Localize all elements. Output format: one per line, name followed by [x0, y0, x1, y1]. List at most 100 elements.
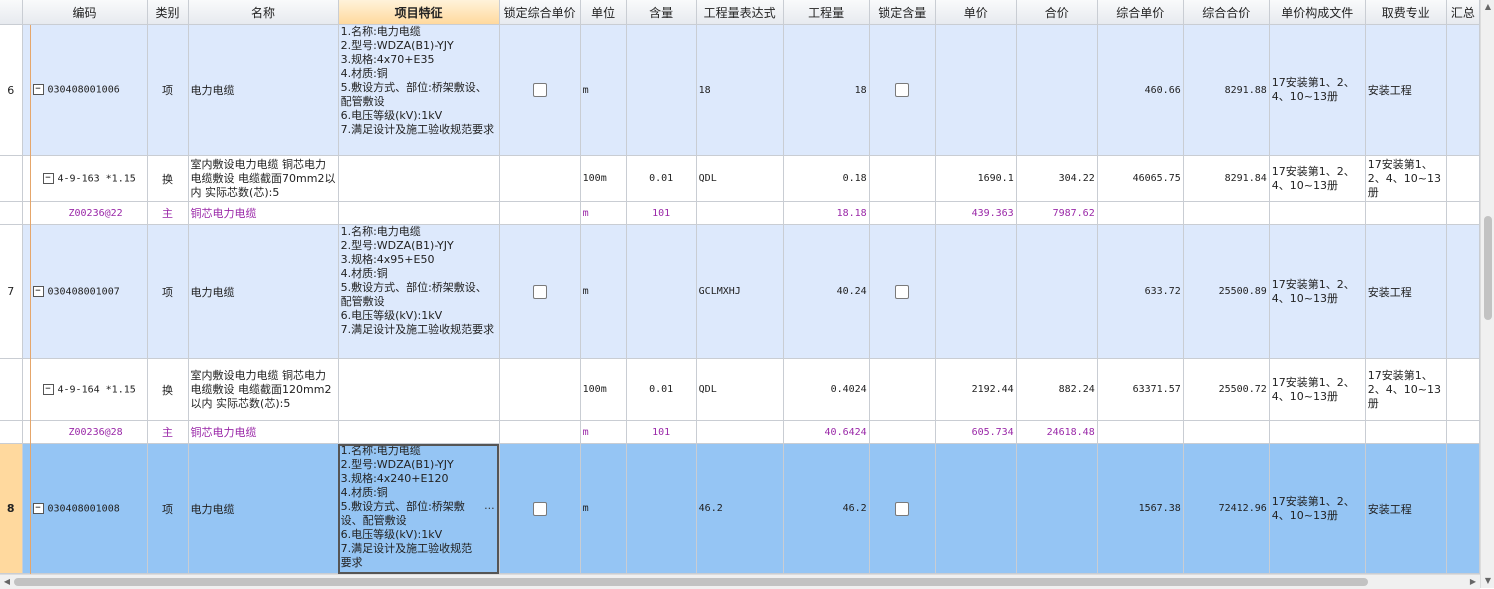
horizontal-scroll-thumb[interactable]	[14, 578, 1368, 586]
rownum-header[interactable]	[0, 0, 23, 25]
lock-price-cell[interactable]	[499, 443, 581, 574]
comp-price-header[interactable]: 综合单价	[1097, 0, 1184, 25]
amount-cell[interactable]	[1016, 443, 1098, 574]
qty-cell[interactable]: 40.6424	[783, 420, 870, 444]
fee-major-cell[interactable]: 安装工程	[1365, 24, 1447, 156]
type-cell[interactable]: 换	[147, 358, 189, 421]
fee-major-header[interactable]: 取费专业	[1365, 0, 1447, 25]
comp-price-cell[interactable]: 63371.57	[1097, 358, 1184, 421]
price-file-cell[interactable]	[1269, 420, 1366, 444]
summary-cell[interactable]	[1446, 24, 1481, 156]
code-cell[interactable]: −4-9-164 *1.15	[22, 358, 148, 421]
expr-cell[interactable]: QDL	[696, 358, 784, 421]
row-number[interactable]	[0, 420, 23, 444]
summary-cell[interactable]	[1446, 224, 1481, 359]
qty-cell[interactable]: 0.4024	[783, 358, 870, 421]
comp-price-cell[interactable]: 1567.38	[1097, 443, 1184, 574]
type-cell[interactable]: 主	[147, 201, 189, 225]
fee-major-cell[interactable]: 安装工程	[1365, 443, 1447, 574]
minus-box-icon[interactable]: −	[32, 502, 44, 514]
price-header[interactable]: 单价	[935, 0, 1017, 25]
price-cell[interactable]: 1690.1	[935, 155, 1017, 202]
table-row[interactable]: 6 −030408001006 项 电力电缆 1.名称:电力电缆 2.型号:WDZA(B…	[0, 24, 1481, 156]
lock-content-checkbox[interactable]	[895, 83, 910, 97]
table-row[interactable]: 7 −030408001007 项 电力电缆 1.名称:电力电缆 2.型号:WDZA(B…	[0, 224, 1481, 359]
fee-major-cell[interactable]: 17安装第1、2、4、10~13册	[1365, 358, 1447, 421]
lock-price-cell[interactable]	[499, 201, 581, 225]
comp-amount-cell[interactable]: 25500.89	[1183, 224, 1270, 359]
price-file-cell[interactable]: 17安装第1、2、4、10~13册	[1269, 358, 1366, 421]
summary-cell[interactable]	[1446, 155, 1481, 202]
lock-price-header[interactable]: 锁定综合单价	[499, 0, 581, 25]
name-cell[interactable]: 电力电缆	[188, 443, 339, 574]
table-row[interactable]: −4-9-164 *1.15 换 室内敷设电力电缆 铜芯电力电缆敷设 电缆截面120…	[0, 358, 1481, 421]
row-number[interactable]	[0, 358, 23, 421]
lock-content-cell[interactable]	[869, 155, 936, 202]
name-cell[interactable]: 电力电缆	[188, 24, 339, 156]
summary-cell[interactable]	[1446, 443, 1481, 574]
table-row[interactable]: 8 −030408001008 项 电力电缆 1.名称:电力电缆 2.型号:WDZA(B…	[0, 443, 1481, 574]
comp-amount-cell[interactable]	[1183, 201, 1270, 225]
lock-content-checkbox[interactable]	[895, 501, 910, 516]
code-cell[interactable]: Z00236@28	[22, 420, 148, 444]
amount-cell[interactable]: 882.24	[1016, 358, 1098, 421]
code-cell[interactable]: −4-9-163 *1.15	[22, 155, 148, 202]
fee-major-cell[interactable]	[1365, 420, 1447, 444]
lock-price-cell[interactable]	[499, 24, 581, 156]
comp-amount-cell[interactable]: 8291.84	[1183, 155, 1270, 202]
lock-price-checkbox[interactable]	[532, 501, 547, 516]
content-cell[interactable]: 101	[626, 201, 697, 225]
summary-cell[interactable]	[1446, 358, 1481, 421]
lock-price-checkbox[interactable]	[532, 83, 547, 97]
code-cell[interactable]: −030408001007	[22, 224, 148, 359]
content-cell[interactable]: 0.01	[626, 155, 697, 202]
scroll-down-arrow-icon[interactable]: ▼	[1481, 574, 1494, 588]
table-row[interactable]: Z00236@22 主 铜芯电力电缆 m 101 18.18 439.363 7987.62	[0, 201, 1481, 225]
ellipsis-icon[interactable]: ···	[484, 502, 495, 516]
unit-cell[interactable]: m	[580, 24, 627, 156]
lock-content-cell[interactable]	[869, 201, 936, 225]
content-cell[interactable]: 101	[626, 420, 697, 444]
row-number[interactable]: 8	[0, 443, 23, 574]
expr-cell[interactable]: 18	[696, 24, 784, 156]
lock-content-cell[interactable]	[869, 24, 936, 156]
expr-cell[interactable]: GCLMXHJ	[696, 224, 784, 359]
comp-price-cell[interactable]	[1097, 201, 1184, 225]
unit-cell[interactable]: m	[580, 443, 627, 574]
feature-cell[interactable]: 1.名称:电力电缆 2.型号:WDZA(B1)-YJY 3.规格:4x95+E5…	[338, 224, 500, 359]
qty-cell[interactable]: 0.18	[783, 155, 870, 202]
feature-cell[interactable]	[338, 420, 500, 444]
name-cell[interactable]: 室内敷设电力电缆 铜芯电力电缆敷设 电缆截面120mm2以内 实际芯数(芯):5	[188, 358, 339, 421]
name-cell[interactable]: 电力电缆	[188, 224, 339, 359]
amount-cell[interactable]: 304.22	[1016, 155, 1098, 202]
minus-box-icon[interactable]: −	[32, 285, 44, 297]
lock-price-cell[interactable]	[499, 224, 581, 359]
expr-cell[interactable]: 46.2	[696, 443, 784, 574]
lock-content-cell[interactable]	[869, 443, 936, 574]
price-cell[interactable]: 2192.44	[935, 358, 1017, 421]
vertical-scroll-thumb[interactable]	[1484, 216, 1492, 320]
lock-content-cell[interactable]	[869, 358, 936, 421]
type-header[interactable]: 类别	[147, 0, 189, 25]
name-cell[interactable]: 室内敷设电力电缆 铜芯电力电缆敷设 电缆截面70mm2以内 实际芯数(芯):5	[188, 155, 339, 202]
minus-box-icon[interactable]: −	[32, 84, 44, 96]
amount-cell[interactable]	[1016, 224, 1098, 359]
price-cell[interactable]	[935, 443, 1017, 574]
expr-header[interactable]: 工程量表达式	[696, 0, 784, 25]
price-cell[interactable]: 439.363	[935, 201, 1017, 225]
lock-price-cell[interactable]	[499, 420, 581, 444]
row-number[interactable]	[0, 201, 23, 225]
unit-cell[interactable]: m	[580, 420, 627, 444]
feature-cell[interactable]	[338, 358, 500, 421]
comp-amount-cell[interactable]: 72412.96	[1183, 443, 1270, 574]
price-cell[interactable]	[935, 24, 1017, 156]
name-cell[interactable]: 铜芯电力电缆	[188, 420, 339, 444]
qty-cell[interactable]: 18.18	[783, 201, 870, 225]
scroll-left-arrow-icon[interactable]: ◀	[0, 575, 14, 589]
unit-cell[interactable]: m	[580, 224, 627, 359]
summary-cell[interactable]	[1446, 201, 1481, 225]
code-cell[interactable]: −030408001006	[22, 24, 148, 156]
lock-content-cell[interactable]	[869, 420, 936, 444]
content-cell[interactable]	[626, 443, 697, 574]
code-cell[interactable]: −030408001008	[22, 443, 148, 574]
